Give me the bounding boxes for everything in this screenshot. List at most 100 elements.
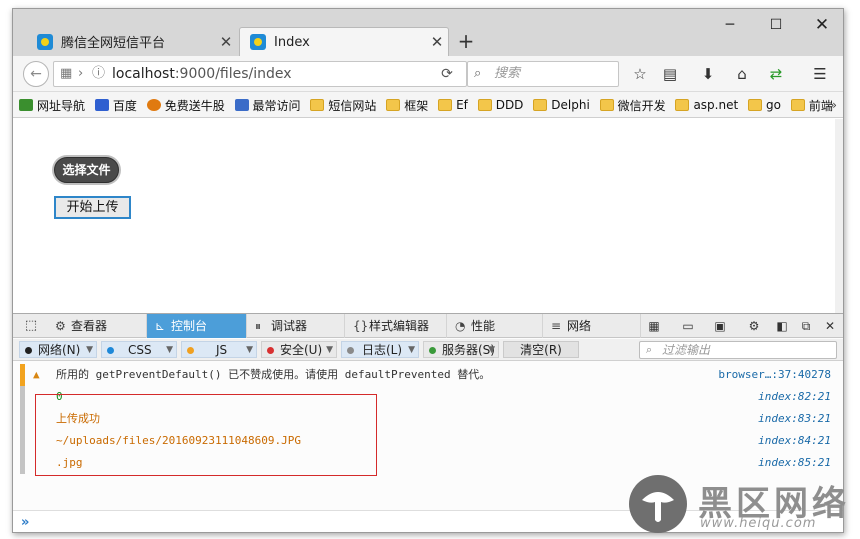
settings-gear-icon[interactable]: ⚙ (743, 314, 765, 338)
download-icon[interactable]: ⬇ (695, 61, 721, 87)
filter-security[interactable]: 安全(U) ▼ (261, 341, 337, 358)
chevron-down-icon[interactable]: ▼ (86, 342, 93, 359)
bookmark-folder[interactable]: Delphi (533, 92, 590, 117)
tab-label: 样式编辑器 (369, 319, 430, 333)
filter-css[interactable]: CSS ▼ (101, 341, 177, 358)
sync-arrows-icon[interactable]: ⇄ (763, 61, 789, 87)
chevron-down-icon[interactable]: ▼ (326, 342, 333, 359)
tab-label: 网络 (567, 319, 592, 333)
identity-icon[interactable]: ▦ (60, 62, 72, 86)
chevron-down-icon[interactable]: ▼ (408, 342, 415, 359)
undock-icon[interactable]: ⧉ (795, 314, 817, 338)
log-source-link[interactable]: index:84:21 (758, 430, 831, 452)
tab-label: 调试器 (271, 319, 308, 333)
home-icon[interactable]: ⌂ (729, 61, 755, 87)
bookmark-item[interactable]: 免费送牛股 (146, 92, 225, 117)
chevron-down-icon[interactable]: ▼ (246, 342, 253, 359)
close-window-button[interactable]: ✕ (799, 13, 843, 37)
tab-inspector[interactable]: ⚙ 查看器 (47, 314, 147, 338)
bookmark-label: asp.net (693, 98, 739, 112)
baidu-icon (94, 99, 109, 111)
folder-icon (438, 99, 453, 111)
filter-label: 日志(L) (362, 343, 403, 357)
choose-file-button[interactable]: 选择文件 (54, 157, 119, 183)
new-tab-icon[interactable]: + (453, 29, 479, 53)
close-devtools-icon[interactable]: ✕ (819, 314, 841, 338)
screenshot-icon[interactable]: ▣ (709, 314, 731, 338)
back-arrow-icon[interactable]: ← (23, 61, 49, 87)
bookmarks-overflow-icon[interactable]: » (830, 92, 837, 117)
search-bar[interactable]: ⌕ 搜索 (467, 61, 619, 87)
filter-label: CSS (128, 343, 152, 357)
console-icon: ⊾ (155, 319, 166, 333)
folder-icon (533, 99, 548, 111)
network-icon: ≡ (551, 319, 562, 333)
bookmark-folder[interactable]: 短信网站 (310, 92, 376, 117)
chevron-down-icon[interactable]: ▼ (488, 342, 495, 359)
filter-js[interactable]: JS ▼ (181, 341, 257, 358)
bookmark-item[interactable]: 百度 (94, 92, 137, 117)
log-source-link[interactable]: index:85:21 (758, 452, 831, 474)
bookmark-label: DDD (495, 98, 524, 112)
minimize-button[interactable]: ─ (707, 13, 753, 37)
tab-style-editor[interactable]: {} 样式编辑器 (345, 314, 447, 338)
bookmark-folder[interactable]: DDD (477, 92, 524, 117)
js-dot-icon (187, 347, 194, 354)
dock-side-icon[interactable]: ◧ (771, 314, 793, 338)
folder-icon (310, 99, 325, 111)
bookmark-label: 网址导航 (37, 98, 86, 113)
folder-icon (748, 99, 763, 111)
reload-icon[interactable]: ⟳ (435, 61, 459, 87)
clear-console-button[interactable]: 清空(R) (503, 341, 579, 358)
css-dot-icon (107, 347, 114, 354)
tab-sms-platform[interactable]: 腾信全网短信平台 ✕ (27, 27, 237, 56)
filter-label: 网络(N) (38, 343, 81, 357)
bookmark-label: 微信开发 (617, 98, 666, 113)
info-icon[interactable]: ⓘ (92, 62, 105, 86)
bookmark-folder[interactable]: 前端 (790, 92, 833, 117)
tab-console[interactable]: ⊾ 控制台 (147, 314, 247, 338)
log-source-link[interactable]: index:82:21 (758, 386, 831, 408)
nav-site-icon (19, 99, 33, 111)
bookmark-star-icon[interactable]: ☆ (627, 61, 653, 87)
bookmark-folder[interactable]: Ef (438, 92, 468, 117)
url-bar[interactable]: ▦ › ⓘ localhost:9000/files/index (53, 61, 467, 87)
tab-performance[interactable]: ◔ 性能 (447, 314, 543, 338)
search-placeholder: 搜索 (494, 66, 521, 81)
bookmark-folder[interactable]: 框架 (386, 92, 428, 117)
filter-logging[interactable]: 日志(L) ▼ (341, 341, 419, 358)
watermark: 黑区网络 www.heiqu.com (628, 474, 854, 534)
maximize-button[interactable]: ☐ (753, 13, 799, 37)
chevron-down-icon[interactable]: ▼ (166, 342, 173, 359)
tab-index[interactable]: Index ✕ (239, 27, 449, 56)
warning-source-link[interactable]: browser…:37:40278 (718, 364, 831, 386)
bookmark-folder[interactable]: asp.net (675, 92, 739, 117)
bookmark-item[interactable]: 网址导航 (19, 92, 86, 117)
bookmark-folder[interactable]: go (748, 92, 781, 117)
filter-network[interactable]: 网络(N) ▼ (19, 341, 97, 358)
tab-close-icon[interactable]: ✕ (215, 33, 237, 51)
tab-network[interactable]: ≡ 网络 (543, 314, 641, 338)
toolbox-options-icon[interactable]: ▦ (643, 314, 665, 338)
page-scrollbar[interactable] (835, 119, 843, 313)
filter-label: JS (216, 343, 228, 357)
reading-list-icon[interactable]: ▤ (657, 61, 683, 87)
folder-icon (675, 99, 690, 111)
log-source-link[interactable]: index:83:21 (758, 408, 831, 430)
bookmark-folder[interactable]: 微信开发 (599, 92, 666, 117)
chevron-right-icon: › (78, 66, 84, 81)
filter-server[interactable]: 服务器(S) ▼ (423, 341, 499, 358)
responsive-mode-icon[interactable]: ▭ (677, 314, 699, 338)
tab-label: 控制台 (171, 319, 208, 333)
tab-debugger[interactable]: ⏸ 调试器 (247, 314, 345, 338)
filter-output-input[interactable]: ⌕ 过滤输出 (639, 341, 837, 359)
menu-icon[interactable]: ☰ (807, 61, 833, 87)
start-upload-button[interactable]: 开始上传 (54, 196, 131, 219)
tab-close-icon[interactable]: ✕ (426, 33, 448, 51)
network-dot-icon (25, 347, 32, 354)
url-text[interactable]: localhost:9000/files/index (112, 62, 292, 86)
bookmark-item[interactable]: 最常访问 (234, 92, 301, 117)
folder-icon (790, 99, 805, 111)
element-picker-icon[interactable]: ⬚ (19, 314, 43, 338)
console-warning-row: ▲ 所用的 getPreventDefault() 已不赞成使用。请使用 def… (13, 364, 843, 386)
